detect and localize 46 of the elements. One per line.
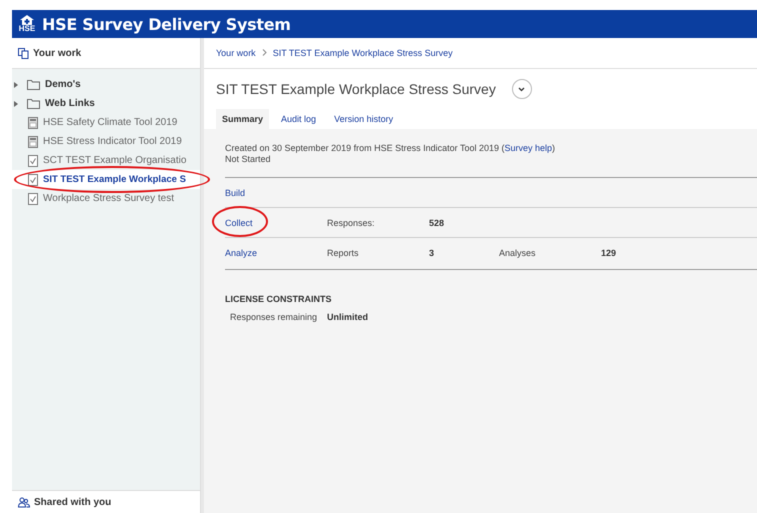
copy-icon: [18, 48, 29, 58]
survey-help-link[interactable]: Survey help: [504, 143, 552, 153]
folder-icon: [27, 98, 40, 109]
stat-value: 129: [601, 248, 616, 258]
stat-label: Reports: [327, 248, 359, 258]
stage-link[interactable]: Analyze: [225, 248, 258, 258]
created-info: Created on 30 September 2019 from HSE Stress Indicator Tool 2019 (Survey help): [225, 143, 556, 154]
tab[interactable]: Audit log: [275, 109, 322, 129]
stage-link[interactable]: Collect: [225, 218, 253, 228]
survey-title: SIT TEST Example Workplace Stress Survey: [216, 81, 496, 97]
license-value: Unlimited: [327, 312, 368, 322]
checked-document-icon: [28, 154, 38, 166]
sidebar-item[interactable]: SIT TEST Example Workplace S: [12, 170, 200, 189]
survey-status: Not Started: [225, 154, 272, 165]
license-label: Responses remaining: [230, 312, 318, 322]
house-cross-icon: [20, 15, 34, 25]
sidebar-item[interactable]: SCT TEST Example Organisatio: [12, 151, 200, 170]
breadcrumb-link[interactable]: Your work: [216, 48, 256, 58]
sidebar-item[interactable]: Workplace Stress Survey test: [12, 189, 200, 208]
tab[interactable]: Summary: [216, 109, 270, 129]
sidebar-item[interactable]: Demo's: [12, 75, 200, 94]
expand-arrow-icon[interactable]: [14, 82, 18, 88]
folder-icon: [27, 79, 40, 90]
license-heading: LICENSE CONSTRAINTS: [225, 294, 333, 304]
sidebar-item[interactable]: Web Links: [12, 94, 200, 113]
stat-value: 528: [429, 218, 444, 228]
stat-value: 3: [429, 248, 434, 258]
sidebar-heading: Your work: [33, 48, 82, 58]
people-icon: [18, 496, 30, 508]
stat-label: Analyses: [499, 248, 536, 258]
document-icon: [28, 136, 38, 148]
sidebar-item[interactable]: HSE Stress Indicator Tool 2019: [12, 132, 200, 151]
app-title: HSE Survey Delivery System: [42, 14, 291, 34]
logo-text: HSE: [18, 25, 36, 33]
tab[interactable]: Version history: [328, 109, 400, 129]
chevron-right-icon: [262, 48, 267, 58]
shared-with-you-link[interactable]: Shared with you: [34, 496, 112, 508]
document-icon: [28, 116, 38, 128]
stage-link[interactable]: Build: [225, 188, 246, 198]
breadcrumb-link[interactable]: SIT TEST Example Workplace Stress Survey: [272, 48, 453, 58]
stat-label: Responses:: [327, 218, 375, 228]
chevron-down-icon: [518, 86, 526, 92]
expand-arrow-icon[interactable]: [14, 100, 18, 106]
sidebar-item[interactable]: HSE Safety Climate Tool 2019: [12, 113, 200, 132]
checked-document-icon: [28, 192, 38, 204]
checked-document-icon: [28, 174, 38, 186]
